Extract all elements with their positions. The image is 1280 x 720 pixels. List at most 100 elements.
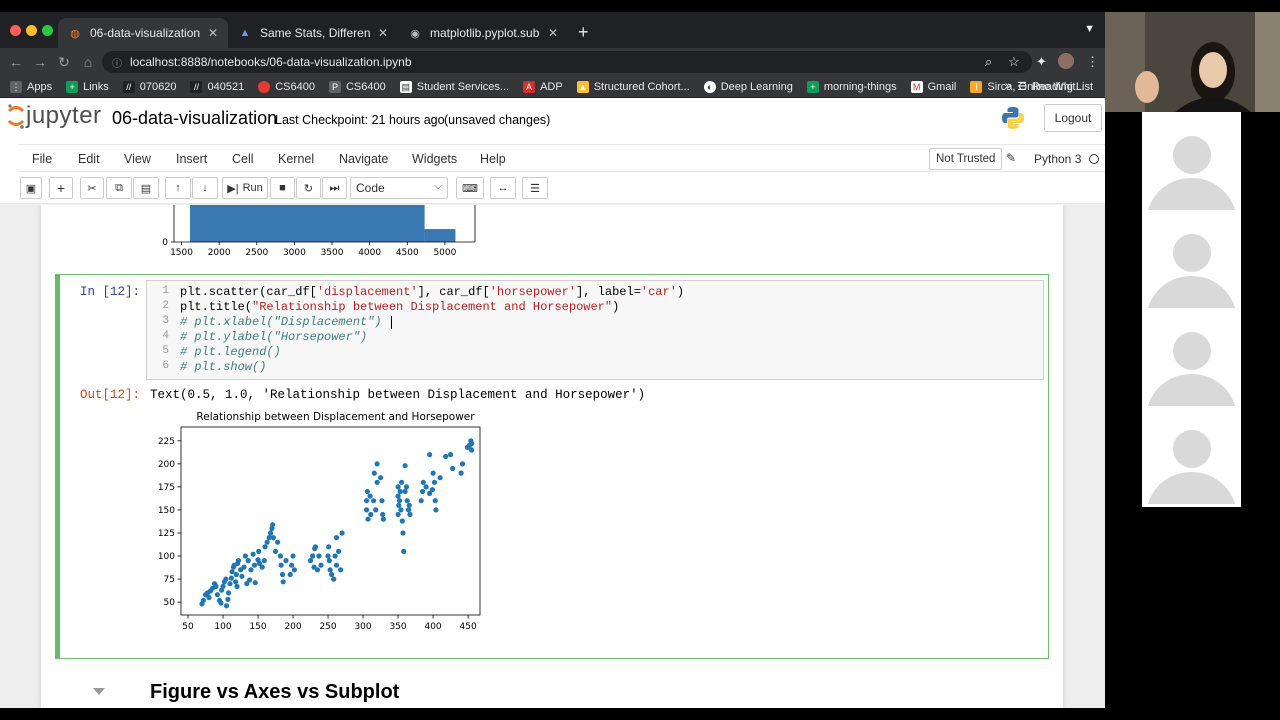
menu-edit[interactable]: Edit [78, 152, 100, 166]
bookmark-cs6400-2[interactable]: P CS6400 [328, 80, 386, 93]
bookmark-deep-learning[interactable]: ◐ Deep Learning [703, 80, 793, 93]
profile-avatar[interactable] [1058, 53, 1074, 69]
scatter-point [458, 470, 464, 476]
section-heading: Figure vs Axes vs Subplot [150, 681, 400, 703]
home-icon[interactable]: ⌂ [76, 54, 100, 70]
bookmark-star-icon[interactable]: ☆ [1008, 54, 1020, 70]
scatter-point [279, 571, 286, 578]
run-button[interactable]: ▶| Run [222, 177, 268, 199]
logout-button[interactable]: Logout [1044, 104, 1102, 132]
scatter-point [318, 562, 324, 568]
bookmark-apps[interactable]: ⋮ Apps [10, 80, 52, 93]
restart-button[interactable]: ↻ [296, 177, 321, 199]
scatter-point [459, 461, 466, 467]
extensions-icon[interactable]: ✦ [1036, 54, 1047, 70]
save-button[interactable]: ▣ [20, 177, 42, 199]
histogram-x-tick-label: 2000 [208, 248, 231, 258]
scatter-point [364, 498, 370, 504]
command-palette-button[interactable]: ⌨ [456, 177, 484, 199]
scatter-y-tick-label: 75 [164, 575, 175, 585]
url-field[interactable]: ⓘ localhost:8888/notebooks/06-data-visua… [102, 51, 1032, 73]
jupyter-logo[interactable]: jupyter [6, 102, 102, 130]
paste-button[interactable]: ▤ [133, 177, 159, 199]
move-up-button[interactable]: ↑ [165, 177, 191, 199]
tab-matplotlib[interactable]: ◉ matplotlib.pyplot.subplots — M ✕ [398, 18, 568, 48]
back-icon[interactable]: ← [4, 54, 28, 70]
jupyter-favicon-icon: ◍ [70, 27, 80, 40]
menu-cell[interactable]: Cell [232, 152, 254, 166]
histogram-x-tick-label: 1500 [170, 248, 193, 258]
menu-file[interactable]: File [32, 152, 52, 166]
tab-search-icon[interactable]: ▼ [1084, 23, 1095, 35]
scatter-point [223, 576, 229, 582]
menu-help[interactable]: Help [480, 152, 506, 166]
more-bookmarks-icon[interactable]: » [1005, 80, 1011, 92]
maximize-window-icon[interactable] [42, 25, 53, 36]
tab-same-stats[interactable]: ▲ Same Stats, Different Graphs ✕ [228, 18, 398, 48]
jupyter-logo-icon [7, 104, 25, 129]
close-tab-icon[interactable]: ✕ [378, 26, 388, 40]
menu-widgets[interactable]: Widgets [412, 152, 457, 166]
scatter-point [235, 558, 241, 564]
menu-view[interactable]: View [124, 152, 151, 166]
interrupt-button[interactable]: ■ [270, 177, 295, 199]
code-editor[interactable]: 1 plt.scatter(car_df['displacement'], car… [146, 280, 1044, 380]
scatter-point [380, 511, 386, 518]
restart-run-all-button[interactable]: ⏭ [322, 177, 347, 199]
scatter-point [448, 452, 454, 458]
bookmark-gmail[interactable]: M Gmail [910, 80, 956, 93]
insert-cell-button[interactable]: + [49, 177, 73, 199]
histogram-x-tick-label: 4000 [358, 248, 381, 258]
bookmark-070620[interactable]: //070620 [122, 80, 176, 93]
edit-pencil-icon[interactable]: ✎ [1006, 151, 1016, 165]
minimize-window-icon[interactable] [26, 25, 37, 36]
reading-list[interactable]: ☰ Reading List [1017, 80, 1093, 94]
copy-button[interactable]: ⧉ [106, 177, 132, 199]
bookmark-links[interactable]: + Links [66, 80, 109, 93]
not-trusted-button[interactable]: Not Trusted [929, 148, 1003, 170]
toc-button[interactable]: ☰ [522, 177, 548, 199]
bookmark-structured-cohort[interactable]: ▲ Structured Cohort... [576, 80, 690, 93]
bookmark-040521[interactable]: //040521 [190, 80, 244, 93]
sheets-icon: + [806, 80, 819, 93]
info-icon[interactable]: ⓘ [112, 55, 122, 70]
bookmark-adp[interactable]: A ADP [523, 80, 563, 93]
notebook-name[interactable]: 06-data-visualization [112, 108, 277, 129]
menu-navigate[interactable]: Navigate [339, 152, 388, 166]
menu-kernel[interactable]: Kernel [278, 152, 314, 166]
new-tab-icon[interactable]: + [578, 22, 589, 43]
bookmark-student-services[interactable]: ▤ Student Services... [399, 80, 509, 93]
scatter-point [277, 553, 283, 559]
close-window-icon[interactable] [10, 25, 21, 36]
cell-type-select[interactable]: Code ⌵ [350, 177, 448, 199]
histogram-x-tick-label: 3000 [283, 248, 306, 258]
collapse-heading-icon[interactable] [93, 688, 105, 695]
unsaved-status: (unsaved changes) [444, 113, 551, 127]
scatter-point [404, 498, 410, 504]
cut-button[interactable]: ✂ [80, 177, 104, 199]
participant-avatar [1142, 210, 1241, 308]
tab-jupyter[interactable]: ◍ 06-data-visualization - Jupyter ✕ [58, 18, 228, 48]
scatter-point [450, 465, 456, 472]
close-tab-icon[interactable]: ✕ [208, 26, 218, 40]
code-token: # plt.legend() [180, 345, 281, 359]
move-down-button[interactable]: ↓ [192, 177, 218, 199]
notebook-toolbar: ▣ + ✂ ⧉ ▤ ↑ ↓ ▶| Run ■ ↻ ⏭ Code ⌵ ⌨ ↔ ☰ [0, 172, 1105, 204]
scatter-point [368, 511, 374, 518]
bookmark-cs6400-1[interactable]: CS6400 [258, 80, 315, 93]
scatter-point [245, 558, 251, 564]
menu-insert[interactable]: Insert [176, 152, 207, 166]
presenter-image [1105, 12, 1280, 112]
gmail-icon: M [910, 80, 923, 93]
scatter-point [326, 544, 332, 550]
close-tab-icon[interactable]: ✕ [548, 26, 558, 40]
toggle-width-button[interactable]: ↔ [490, 177, 516, 199]
arrow-down-icon: ↓ [202, 182, 208, 194]
scatter-point [339, 530, 345, 536]
bookmark-morning-things[interactable]: + morning-things [806, 80, 897, 93]
forward-icon[interactable]: → [28, 54, 52, 70]
participant-avatar [1142, 406, 1241, 504]
zoom-icon[interactable]: ⌕ [985, 54, 992, 70]
browser-menu-icon[interactable]: ⋮ [1086, 54, 1099, 70]
reload-icon[interactable]: ↻ [52, 54, 76, 71]
